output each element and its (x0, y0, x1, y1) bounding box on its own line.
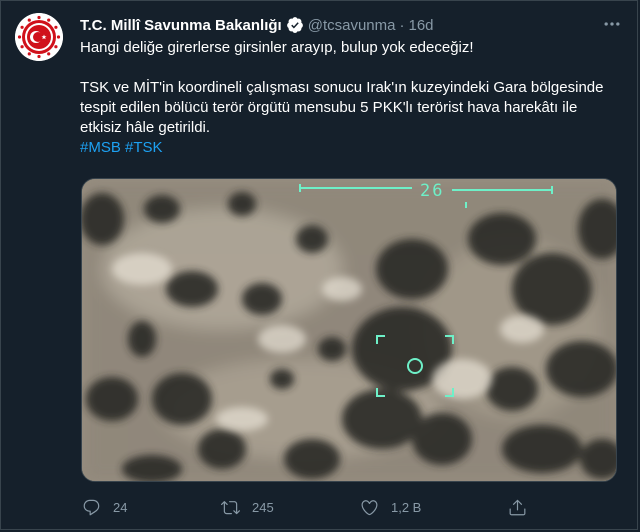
hashtag-msb[interactable]: #MSB (80, 139, 121, 156)
timestamp[interactable]: 16d (408, 17, 433, 34)
aerial-footage-image (82, 179, 616, 481)
avatar[interactable] (15, 13, 63, 61)
separator-dot: · (399, 16, 405, 34)
more-icon[interactable] (600, 12, 624, 36)
like-button[interactable]: 1,2 B (360, 498, 421, 517)
tweet-text-line1: Hangi deliğe girerlerse girsinler arayıp… (80, 39, 474, 56)
reply-button[interactable]: 24 (82, 498, 127, 517)
reply-count: 24 (113, 499, 128, 515)
retweet-button[interactable]: 245 (221, 498, 274, 517)
hud-readout: 26 (420, 181, 445, 201)
ministry-emblem-icon (15, 13, 63, 61)
tweet-text-paragraph: TSK ve MİT'in koordineli çalışması sonuc… (80, 79, 604, 136)
tweet-text: Hangi deliğe girerlerse girsinler arayıp… (80, 38, 620, 158)
media-video[interactable]: 26 (81, 178, 617, 482)
user-handle[interactable]: @tcsavunma (308, 17, 396, 34)
display-name[interactable]: T.C. Millî Savunma Bakanlığı (80, 17, 282, 34)
reply-icon (83, 499, 100, 515)
share-button[interactable] (508, 498, 527, 517)
retweet-count: 245 (252, 499, 274, 515)
tweet-header: T.C. Millî Savunma Bakanlığı @tcsavunma … (80, 14, 600, 36)
heart-icon (361, 499, 378, 515)
verified-badge-icon (286, 16, 304, 34)
tweet-actions: 24 245 1,2 B (80, 494, 620, 520)
like-count: 1,2 B (391, 499, 422, 515)
hashtag-tsk[interactable]: #TSK (125, 139, 163, 156)
share-icon (509, 499, 526, 515)
retweet-icon (221, 500, 240, 514)
